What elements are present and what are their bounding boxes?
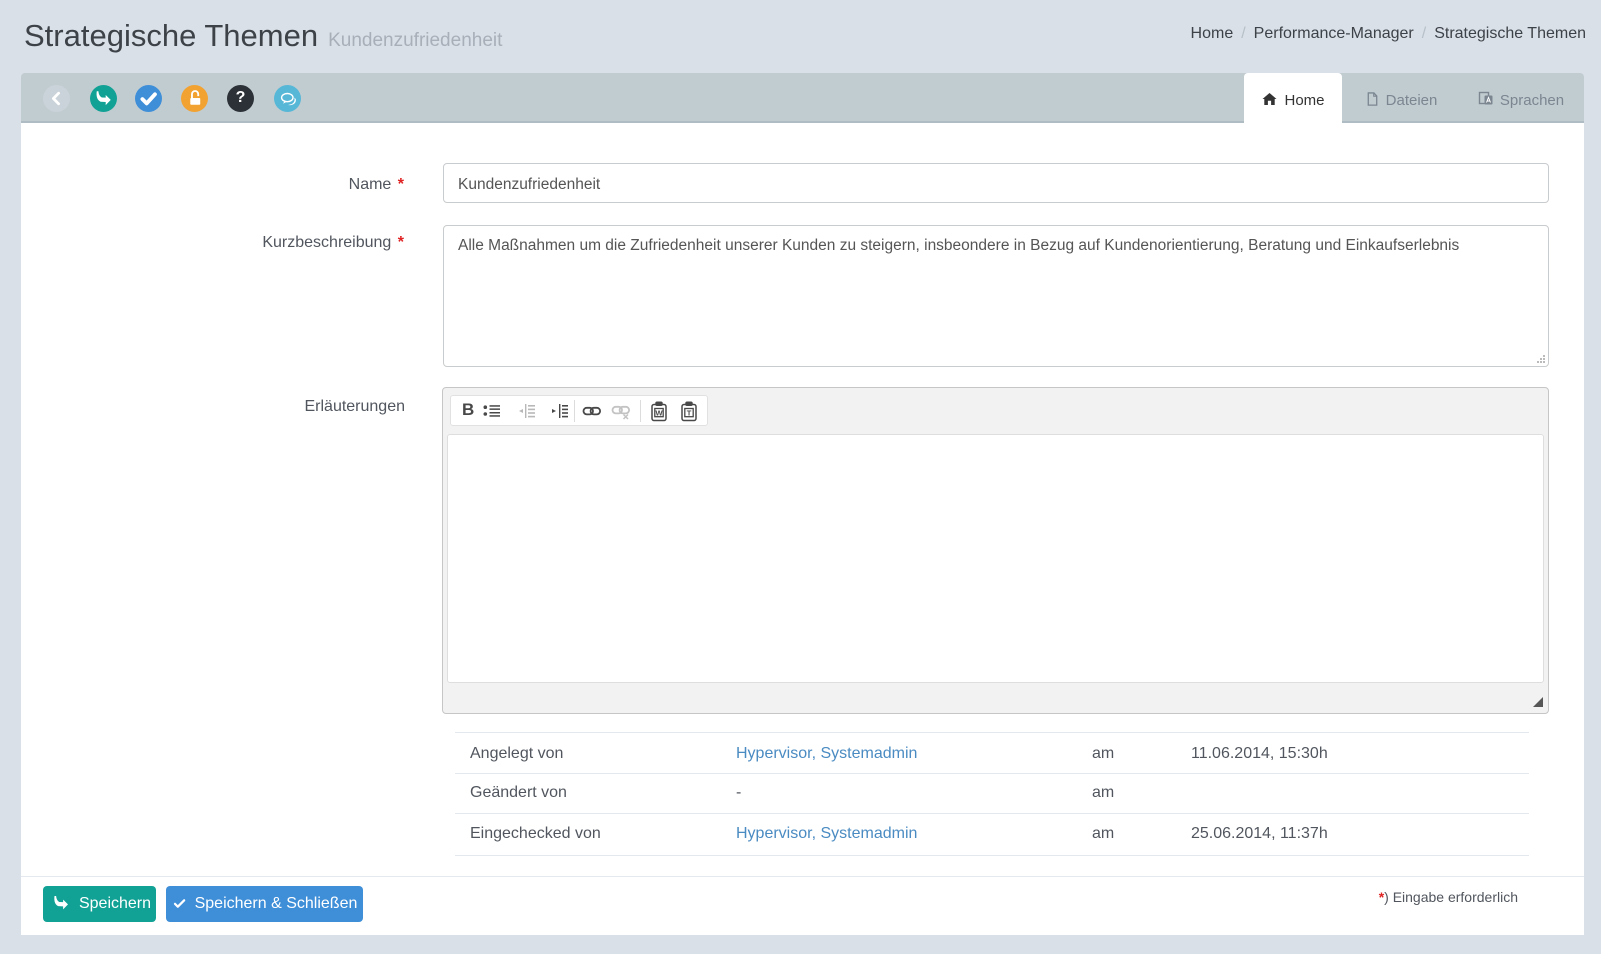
svg-text:T: T	[687, 408, 692, 417]
svg-text:W: W	[655, 408, 663, 417]
